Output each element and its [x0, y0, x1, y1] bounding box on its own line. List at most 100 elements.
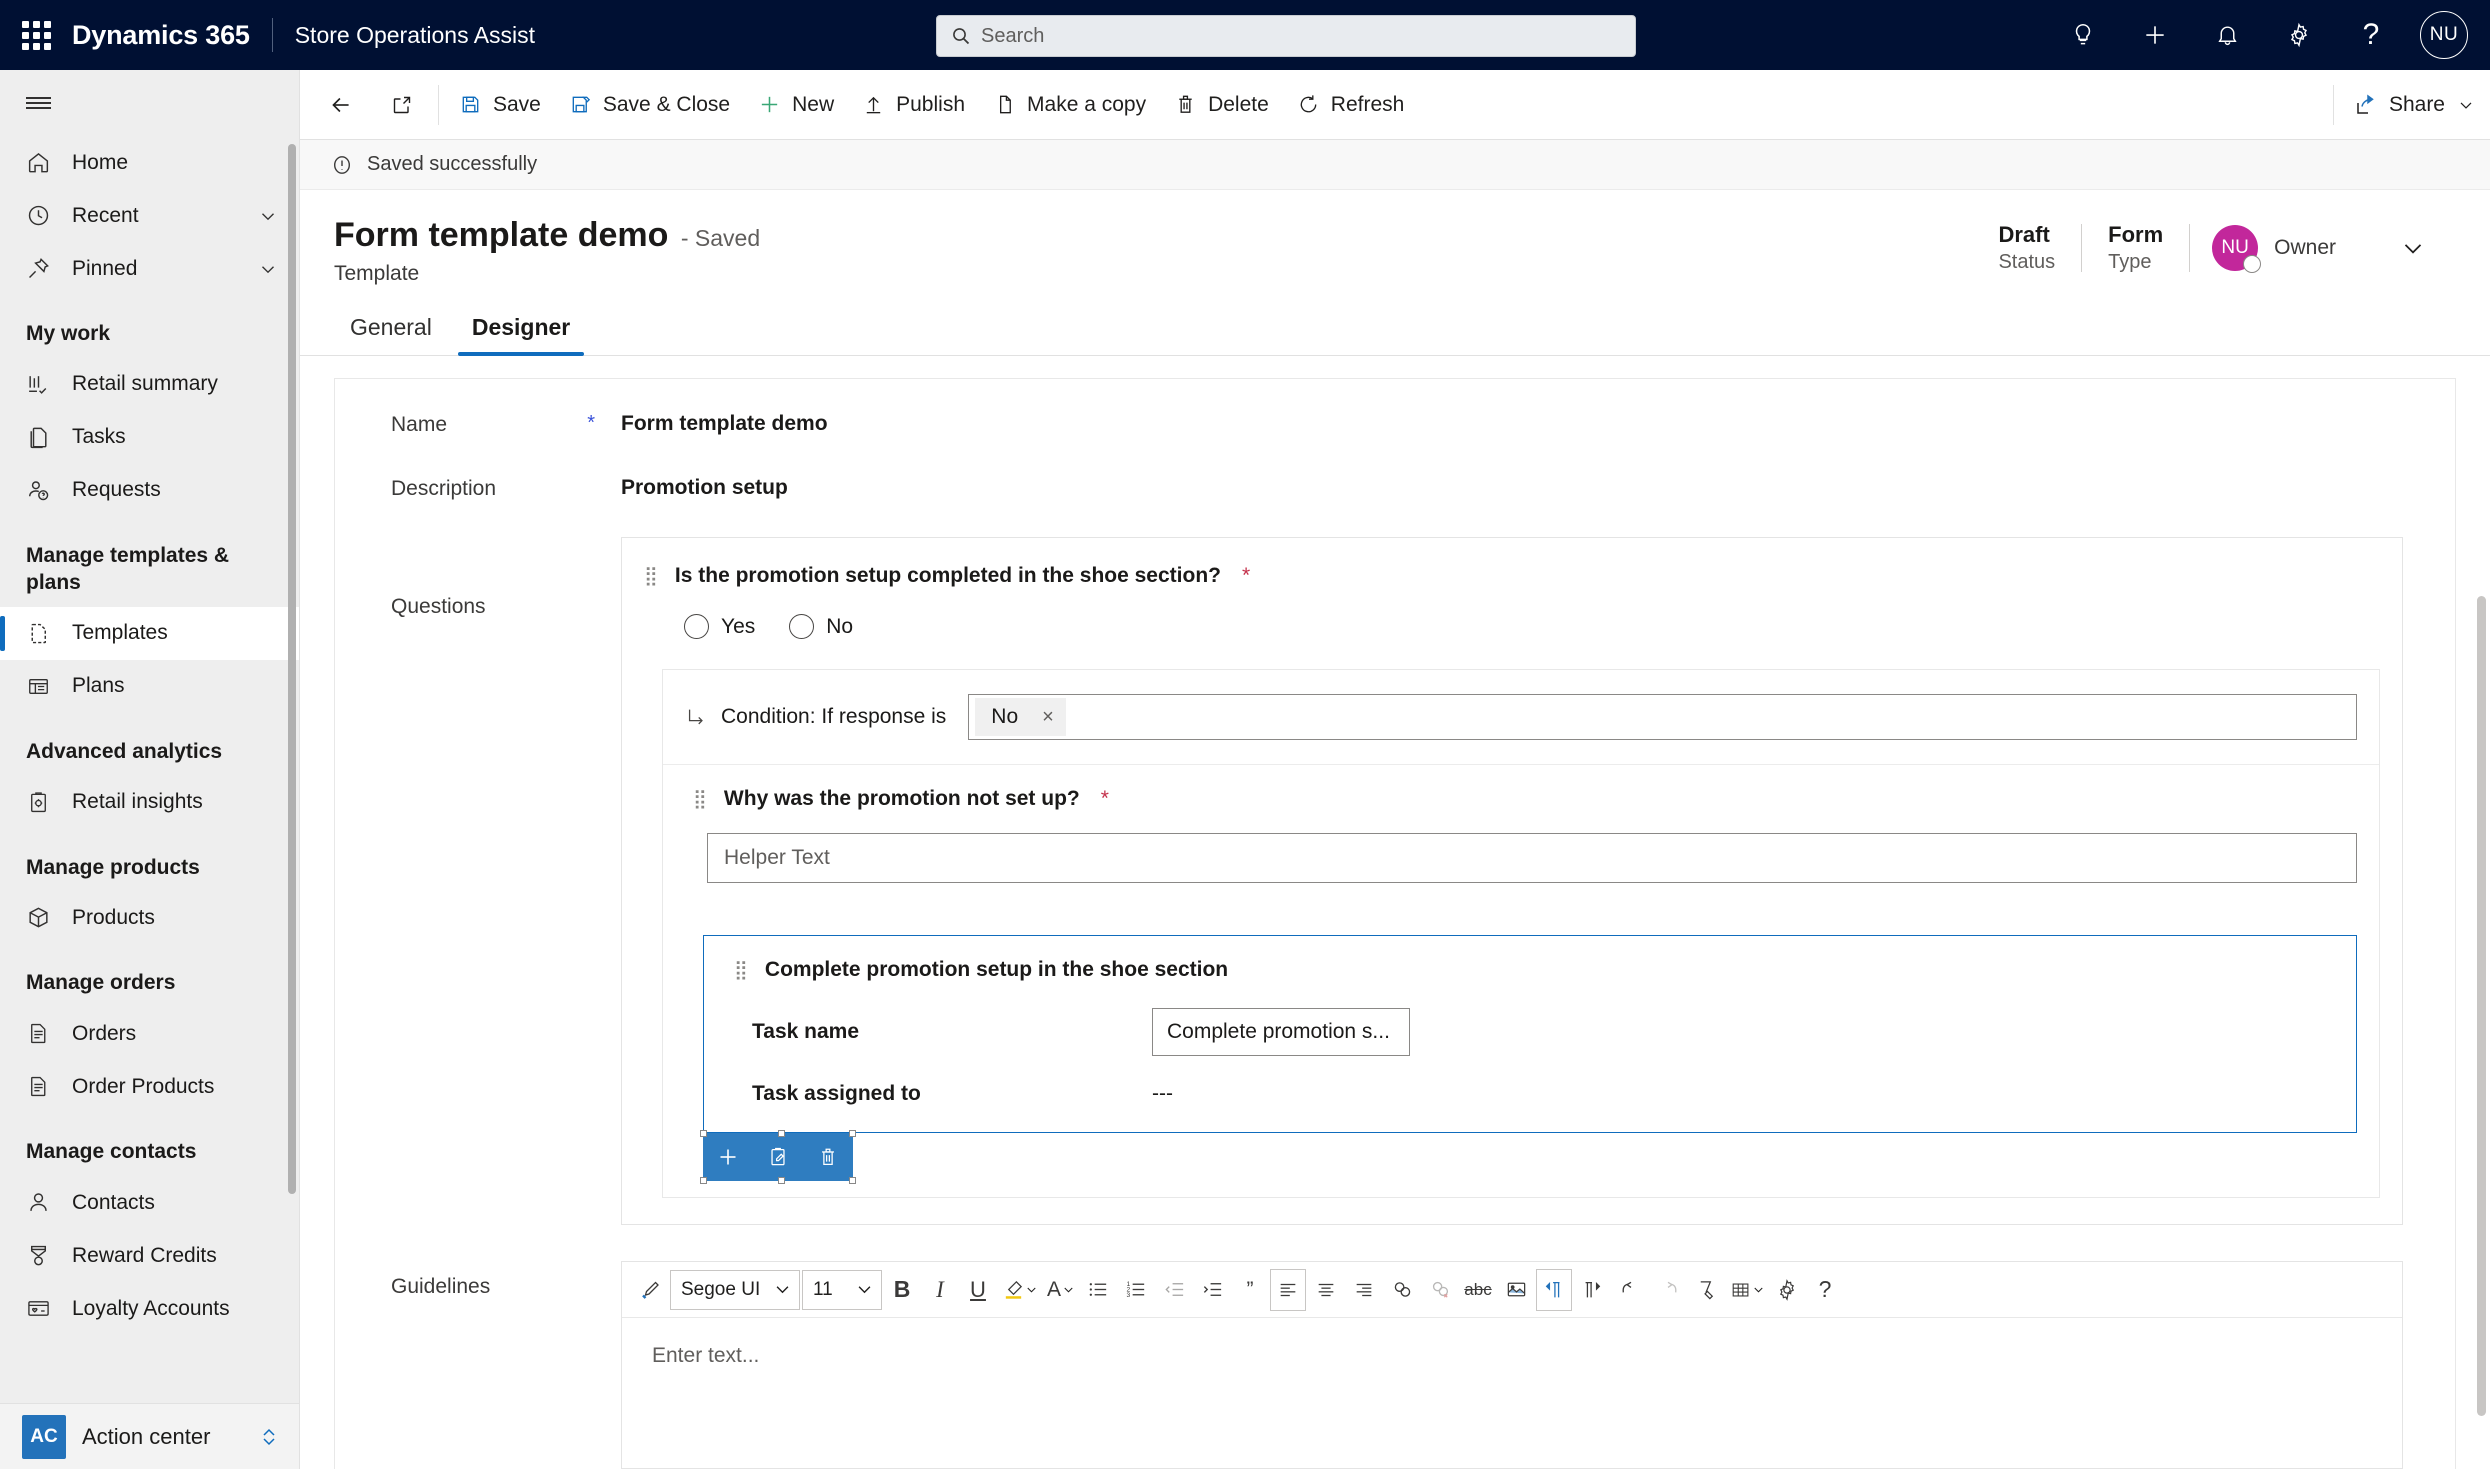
clear-format-icon[interactable] — [1688, 1269, 1724, 1311]
chevron-down-icon[interactable] — [2456, 95, 2476, 115]
radio-yes[interactable] — [684, 614, 709, 639]
tab-general[interactable]: General — [334, 304, 448, 355]
sidebar-item-reward-credits[interactable]: Reward Credits — [0, 1229, 299, 1282]
sidebar-item-retail-insights[interactable]: Retail insights — [0, 776, 299, 829]
share-button[interactable]: Share — [2340, 70, 2490, 140]
quote-icon[interactable]: ” — [1232, 1269, 1268, 1311]
user-avatar[interactable]: NU — [2420, 11, 2468, 59]
description-value[interactable]: Promotion setup — [621, 473, 788, 500]
drag-handle-icon[interactable]: ⣿ — [734, 961, 749, 980]
align-right-icon[interactable] — [1346, 1269, 1382, 1311]
decrease-indent-icon[interactable] — [1156, 1269, 1192, 1311]
sidebar-item-plans[interactable]: Plans — [0, 660, 299, 713]
ltr-icon[interactable] — [1536, 1268, 1572, 1311]
popout-button[interactable] — [372, 70, 432, 140]
bold-icon[interactable]: B — [884, 1269, 920, 1311]
add-element-button[interactable] — [703, 1133, 753, 1181]
sidebar-item-orders[interactable]: Orders — [0, 1007, 299, 1060]
radio-no[interactable] — [789, 614, 815, 639]
strikethrough-icon[interactable]: abc — [1460, 1269, 1496, 1311]
edit-element-button[interactable] — [753, 1133, 803, 1181]
sidebar-item-recent[interactable]: Recent — [0, 189, 299, 242]
resize-handle[interactable] — [849, 1177, 856, 1184]
sidebar-collapse-button[interactable] — [0, 70, 299, 136]
expand-collapse-icon[interactable] — [257, 1425, 281, 1449]
sidebar-item-home[interactable]: Home — [0, 136, 299, 189]
brand-title[interactable]: Dynamics 365 — [72, 20, 272, 51]
resize-handle[interactable] — [778, 1130, 785, 1137]
sidebar-scrollbar[interactable] — [288, 144, 296, 1194]
type-field[interactable]: Form Type — [2082, 222, 2189, 274]
app-launcher-icon[interactable] — [0, 20, 72, 50]
sidebar-item-label: Home — [72, 150, 129, 174]
bulleted-list-icon[interactable] — [1080, 1269, 1116, 1311]
make-a-copy-button[interactable]: Make a copy — [979, 70, 1160, 140]
underline-icon[interactable]: U — [960, 1269, 996, 1311]
status-field[interactable]: Draft Status — [1972, 222, 2081, 274]
resize-handle[interactable] — [849, 1130, 856, 1137]
sidebar-item-templates[interactable]: Templates — [0, 606, 299, 660]
undo-icon[interactable] — [1612, 1269, 1648, 1311]
sidebar-item-tasks[interactable]: Tasks — [0, 411, 299, 464]
sub-question-input[interactable]: Helper Text — [707, 833, 2357, 883]
delete-button[interactable]: Delete — [1160, 70, 1283, 140]
search-box[interactable] — [936, 15, 1636, 57]
redo-icon[interactable] — [1650, 1269, 1686, 1311]
format-painter-icon[interactable] — [632, 1269, 668, 1311]
condition-value-input[interactable]: No × — [968, 694, 2357, 740]
help-icon[interactable]: ? — [2336, 0, 2406, 70]
resize-handle[interactable] — [700, 1177, 707, 1184]
rtl-icon[interactable] — [1574, 1269, 1610, 1311]
back-button[interactable] — [310, 70, 372, 140]
sidebar-item-products[interactable]: Products — [0, 891, 299, 944]
unlink-icon[interactable] — [1422, 1269, 1458, 1311]
sidebar-item-loyalty-accounts[interactable]: Loyalty Accounts — [0, 1282, 299, 1335]
task-name-input[interactable]: Complete promotion s... — [1152, 1008, 1410, 1056]
owner-field[interactable]: NU Owner — [2190, 225, 2358, 273]
image-icon[interactable] — [1498, 1269, 1534, 1311]
sidebar-item-contacts[interactable]: Contacts — [0, 1176, 299, 1229]
numbered-list-icon[interactable]: 123 — [1118, 1269, 1154, 1311]
action-center-button[interactable]: AC Action center — [0, 1403, 299, 1469]
name-value[interactable]: Form template demo — [621, 409, 828, 436]
link-icon[interactable] — [1384, 1269, 1420, 1311]
sidebar-item-pinned[interactable]: Pinned — [0, 242, 299, 295]
plus-icon[interactable] — [2120, 0, 2190, 70]
search-input[interactable] — [971, 24, 1621, 48]
publish-button[interactable]: Publish — [848, 70, 979, 140]
sidebar-item-retail-summary[interactable]: Retail summary — [0, 358, 299, 411]
align-center-icon[interactable] — [1308, 1269, 1344, 1311]
bell-icon[interactable] — [2192, 0, 2262, 70]
lightbulb-icon[interactable] — [2048, 0, 2118, 70]
italic-icon[interactable]: I — [922, 1269, 958, 1311]
header-expand-icon[interactable] — [2358, 233, 2456, 263]
content-scrollbar[interactable] — [2477, 596, 2486, 1416]
settings-icon[interactable] — [1769, 1269, 1805, 1311]
tab-designer[interactable]: Designer — [456, 304, 586, 356]
save-button[interactable]: Save — [445, 70, 555, 140]
font-family-select[interactable]: Segoe UI — [670, 1269, 800, 1310]
table-icon[interactable] — [1726, 1269, 1767, 1311]
highlight-icon[interactable] — [998, 1269, 1040, 1311]
save-and-close-button[interactable]: Save & Close — [555, 70, 744, 140]
drag-handle-icon[interactable]: ⣿ — [644, 567, 659, 586]
resize-handle[interactable] — [778, 1177, 785, 1184]
refresh-button[interactable]: Refresh — [1283, 70, 1419, 140]
sidebar-item-order-products[interactable]: Order Products — [0, 1060, 299, 1113]
resize-handle[interactable] — [700, 1130, 707, 1137]
increase-indent-icon[interactable] — [1194, 1269, 1230, 1311]
delete-element-button[interactable] — [803, 1133, 853, 1181]
sidebar-item-requests[interactable]: Requests — [0, 464, 299, 517]
drag-handle-icon[interactable]: ⣿ — [693, 790, 708, 809]
close-icon[interactable]: × — [1042, 706, 1054, 729]
new-button[interactable]: New — [744, 70, 848, 140]
font-size-select[interactable]: 11 — [802, 1269, 882, 1310]
help-icon[interactable]: ? — [1807, 1269, 1843, 1311]
app-name[interactable]: Store Operations Assist — [273, 22, 535, 49]
task-assigned-value[interactable]: --- — [1152, 1082, 1173, 1106]
align-left-icon[interactable] — [1270, 1268, 1306, 1311]
rich-text-body[interactable]: Enter text... — [622, 1318, 2402, 1468]
task-card[interactable]: ⣿ Complete promotion setup in the shoe s… — [703, 935, 2357, 1133]
font-color-icon[interactable]: A — [1042, 1269, 1078, 1311]
gear-icon[interactable] — [2264, 0, 2334, 70]
